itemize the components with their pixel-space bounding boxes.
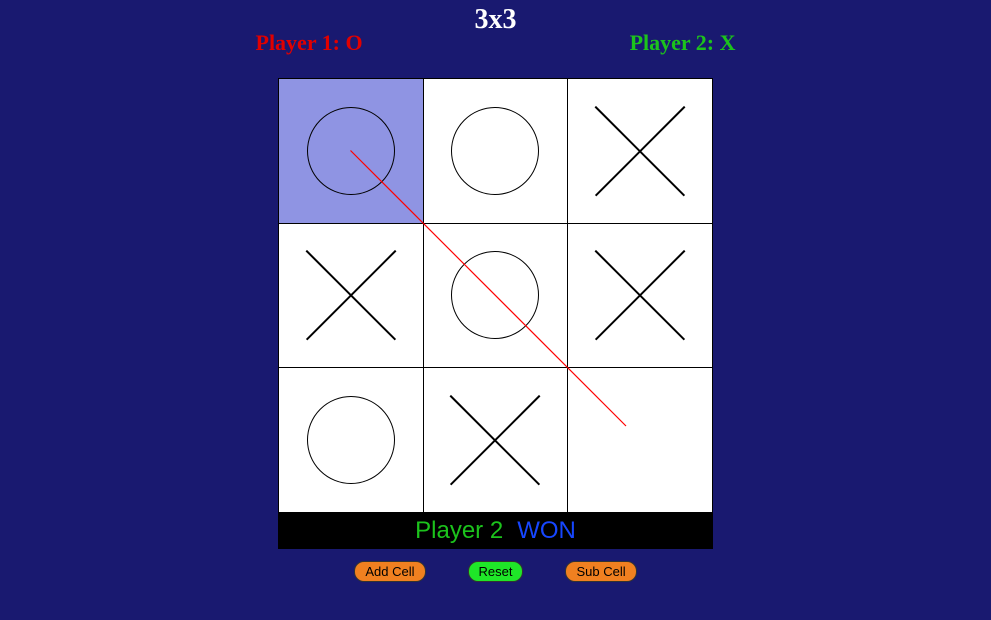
circle-icon xyxy=(451,251,539,339)
board-wrapper xyxy=(278,78,713,513)
cell-4[interactable] xyxy=(424,224,568,368)
circle-icon xyxy=(307,396,395,484)
player-2-label: Player 2: X xyxy=(630,30,736,56)
x-icon xyxy=(305,249,397,341)
add-cell-button[interactable]: Add Cell xyxy=(354,561,425,582)
sub-cell-button[interactable]: Sub Cell xyxy=(565,561,636,582)
cell-3[interactable] xyxy=(279,224,423,368)
x-icon xyxy=(449,394,541,486)
header: 3x3 Player 1: O Player 2: X xyxy=(266,4,726,64)
controls: Add Cell Reset Sub Cell xyxy=(354,561,636,582)
status-player-text: Player 2 xyxy=(415,517,503,545)
circle-icon xyxy=(451,107,539,195)
cell-0[interactable] xyxy=(279,79,423,223)
status-result-text: WON xyxy=(517,517,576,545)
x-icon xyxy=(594,105,686,197)
circle-icon xyxy=(307,107,395,195)
x-icon xyxy=(594,249,686,341)
cell-6[interactable] xyxy=(279,368,423,512)
reset-button[interactable]: Reset xyxy=(468,561,524,582)
cell-8[interactable] xyxy=(568,368,712,512)
cell-2[interactable] xyxy=(568,79,712,223)
cell-5[interactable] xyxy=(568,224,712,368)
cell-7[interactable] xyxy=(424,368,568,512)
tictactoe-board xyxy=(278,78,713,513)
player-1-label: Player 1: O xyxy=(256,30,363,56)
cell-1[interactable] xyxy=(424,79,568,223)
status-bar: Player 2 WON xyxy=(278,513,713,549)
grid-size-label: 3x3 xyxy=(475,4,517,36)
